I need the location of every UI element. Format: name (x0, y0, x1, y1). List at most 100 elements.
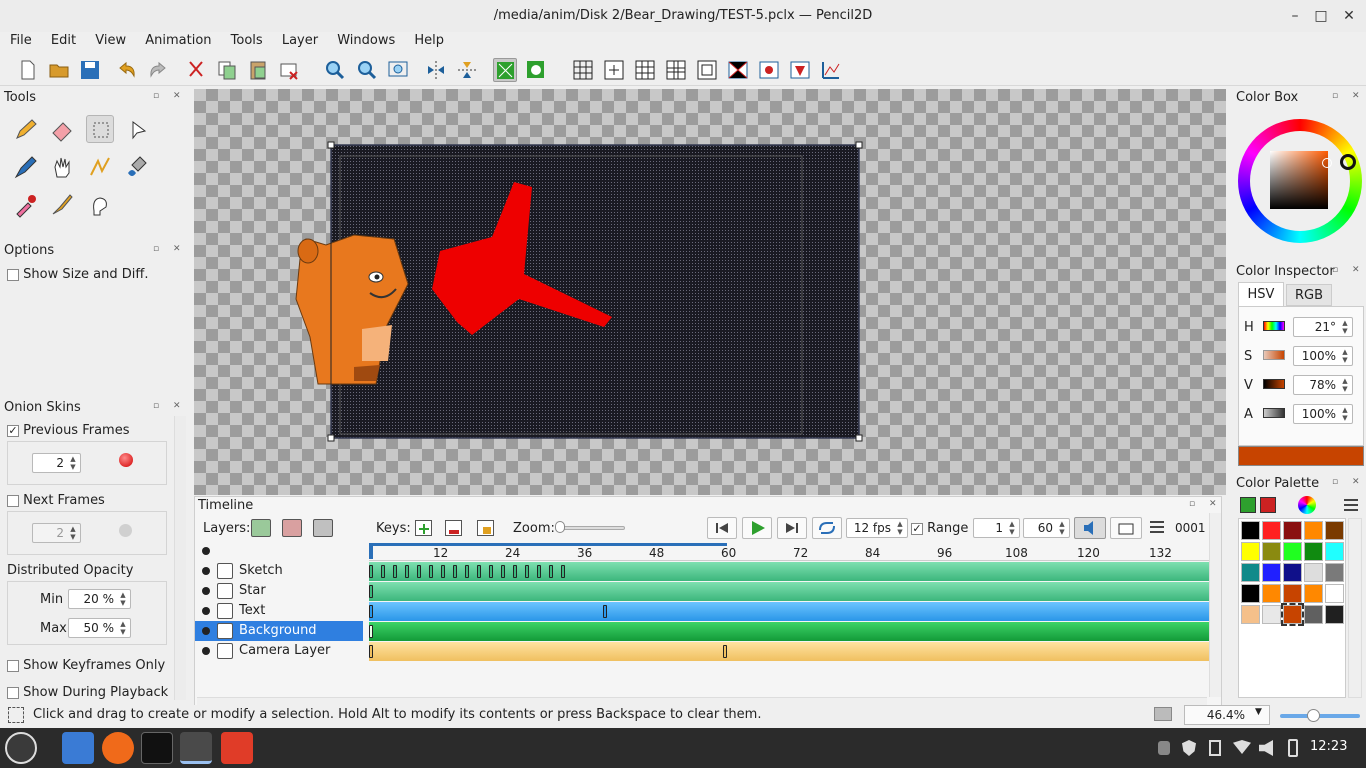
file-manager-icon[interactable] (62, 732, 94, 764)
zoom-fit-icon[interactable] (386, 58, 410, 82)
palette-swatch[interactable] (1241, 605, 1260, 624)
next-frames-checkbox[interactable] (7, 494, 19, 507)
maximize-button[interactable]: □ (1306, 0, 1336, 32)
palette-swatch[interactable] (1304, 584, 1323, 603)
timeline-options-icon[interactable] (1148, 519, 1166, 535)
palette-swatch[interactable] (1241, 584, 1260, 603)
palette-swatch[interactable] (1262, 584, 1281, 603)
show-during-playback-option[interactable]: Show During Playback (7, 685, 168, 700)
tab-rgb[interactable]: RGB (1286, 284, 1332, 306)
visibility-icon[interactable] (202, 647, 210, 655)
zoom-in-icon[interactable] (323, 58, 347, 82)
min-opacity-spinbox[interactable]: 20 % ▲ ▼ (68, 589, 131, 609)
range-option[interactable]: ✓ Range (911, 521, 968, 536)
keyframe[interactable] (381, 565, 385, 578)
palette-swatch[interactable] (1241, 542, 1260, 561)
palette-swatch[interactable] (1283, 584, 1302, 603)
cut-icon[interactable] (184, 58, 208, 82)
terminal-icon[interactable] (141, 732, 173, 764)
battery-icon[interactable] (1288, 739, 1298, 757)
brush-tool-icon[interactable] (48, 191, 76, 219)
remove-keyframe-icon[interactable] (445, 520, 462, 536)
keyframe[interactable] (393, 565, 397, 578)
palette-swatch[interactable] (1304, 542, 1323, 561)
clipboard-icon[interactable] (1209, 740, 1221, 756)
track-star[interactable] (369, 582, 1209, 601)
canvas-reset-icon[interactable] (819, 58, 843, 82)
float-icon[interactable]: ▫ (1332, 92, 1341, 101)
v-spinbox[interactable]: 78% ▲ ▼ (1293, 375, 1353, 395)
keyframe[interactable] (417, 565, 421, 578)
a-spinbox[interactable]: 100% ▲ ▼ (1293, 404, 1353, 424)
palette-swatch[interactable] (1283, 542, 1302, 561)
move-tool-icon[interactable] (124, 116, 152, 144)
center-overlay-icon[interactable] (602, 58, 626, 82)
duplicate-keyframe-icon[interactable] (477, 520, 494, 536)
range-start-spinbox[interactable]: 1 ▲ ▼ (973, 518, 1020, 538)
spin-arrows-icon[interactable]: ▲ ▼ (1056, 520, 1068, 536)
show-keyframes-only-option[interactable]: Show Keyframes Only (7, 658, 165, 673)
pencil-tool-icon[interactable] (12, 116, 40, 144)
keyframe[interactable] (513, 565, 517, 578)
sound-scrub-icon[interactable] (1110, 517, 1142, 539)
hue-picker-handle[interactable] (1340, 154, 1356, 170)
save-icon[interactable] (78, 58, 102, 82)
palette-swatch[interactable] (1283, 521, 1302, 540)
add-keyframe-icon[interactable] (415, 520, 432, 536)
spin-arrows-icon[interactable]: ▲ ▼ (1339, 348, 1351, 364)
close-icon[interactable]: ✕ (1352, 92, 1361, 101)
redo-icon[interactable] (146, 58, 170, 82)
open-file-icon[interactable] (47, 58, 71, 82)
spin-arrows-icon[interactable]: ▲ ▼ (117, 591, 129, 607)
palette-swatch[interactable] (1325, 563, 1344, 582)
track-background[interactable] (369, 622, 1209, 641)
show-colors-icon[interactable] (524, 58, 548, 82)
fps-spinbox[interactable]: 12 fps ▲ ▼ (846, 518, 908, 538)
palette-swatch[interactable] (1262, 605, 1281, 624)
zoom-out-icon[interactable] (355, 58, 379, 82)
add-layer-icon[interactable] (251, 519, 271, 537)
palette-swatch[interactable] (1281, 603, 1304, 626)
remove-layer-icon[interactable] (282, 519, 302, 537)
layer-row-sketch[interactable]: Sketch (195, 561, 363, 581)
hand-tool-icon[interactable] (48, 153, 76, 181)
float-icon[interactable]: ▫ (1332, 478, 1341, 487)
app-task-icon[interactable] (221, 732, 253, 764)
spin-arrows-icon[interactable]: ▲ ▼ (67, 525, 79, 541)
keyframe[interactable] (429, 565, 433, 578)
palette-swatch[interactable] (1262, 542, 1281, 561)
wifi-icon[interactable] (1233, 740, 1251, 754)
palette-swatch[interactable] (1283, 563, 1302, 582)
keyframe[interactable] (489, 565, 493, 578)
keyframe[interactable] (501, 565, 505, 578)
golden-ratio-overlay-icon[interactable] (664, 58, 688, 82)
bluetooth-icon[interactable] (1158, 741, 1170, 755)
paste-icon[interactable] (246, 58, 270, 82)
show-during-playback-checkbox[interactable] (7, 686, 19, 699)
menu-layer[interactable]: Layer (277, 32, 323, 50)
firefox-icon[interactable] (102, 732, 134, 764)
sound-toggle-icon[interactable] (1074, 517, 1106, 539)
float-icon[interactable]: ▫ (1332, 266, 1341, 275)
palette-scrollbar[interactable] (1348, 518, 1362, 698)
close-icon[interactable]: ✕ (173, 402, 182, 411)
thirds-overlay-icon[interactable] (633, 58, 657, 82)
menu-tools[interactable]: Tools (226, 32, 268, 50)
eraser-tool-icon[interactable] (48, 116, 76, 144)
keyframe[interactable] (453, 565, 457, 578)
show-outlines-icon[interactable] (493, 58, 517, 82)
jump-to-start-icon[interactable] (707, 517, 737, 539)
grid-icon[interactable] (571, 58, 595, 82)
sv-picker-handle[interactable] (1322, 158, 1332, 168)
chevron-down-icon[interactable]: ▼ (1255, 707, 1262, 717)
h-spinbox[interactable]: 21° ▲ ▼ (1293, 317, 1353, 337)
layer-row-text[interactable]: Text (195, 601, 363, 621)
polyline-tool-icon[interactable] (86, 153, 114, 181)
copy-icon[interactable] (215, 58, 239, 82)
visibility-icon[interactable] (202, 607, 210, 615)
spin-arrows-icon[interactable]: ▲ ▼ (67, 455, 79, 471)
layer-row-camera[interactable]: Camera Layer (195, 641, 363, 661)
show-keyframes-only-checkbox[interactable] (7, 659, 19, 672)
palette-picker-icon[interactable] (1298, 496, 1316, 514)
layer-row-background[interactable]: Background (195, 621, 363, 641)
